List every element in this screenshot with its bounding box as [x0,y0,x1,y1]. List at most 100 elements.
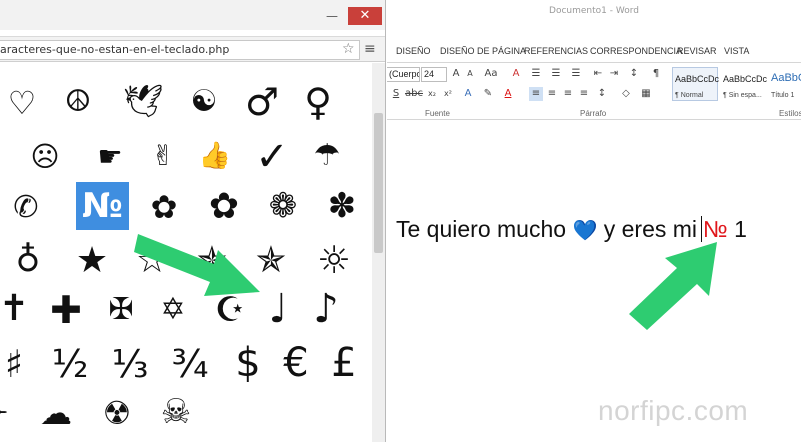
style-sin-espaciado[interactable]: AaBbCcDc ¶ Sin espa... [720,67,768,101]
font-size-combo[interactable]: 24 [421,67,447,82]
close-button[interactable]: ✕ [348,7,382,25]
superscript-icon[interactable]: x² [441,87,455,101]
latin-cross-symbol[interactable]: ✝ [0,291,40,327]
tab-correspondencia[interactable]: CORRESPONDENCIA [590,41,682,61]
blue-heart-icon: 💙 [572,220,598,242]
style-normal-preview: AaBbCcDc [675,74,720,84]
skull-crossbones-symbol[interactable]: ☠ [150,395,202,429]
frowning-face-symbol[interactable]: ☹ [19,143,71,171]
style-sin-espaciado-preview: AaBbCcDc [723,74,768,84]
justify-icon[interactable]: ≡ [577,87,591,101]
dollar-symbol[interactable]: $ [222,343,274,383]
group-label-parrafo: Párrafo [580,109,607,118]
victory-hand-symbol[interactable]: ✌ [137,142,189,170]
borders-icon[interactable]: ▦ [639,87,653,101]
tab-revisar[interactable]: REVISAR [677,41,717,61]
numbering-icon[interactable]: ☰ [549,67,563,81]
clear-format-icon[interactable]: A [509,67,523,81]
black-star-symbol[interactable]: ★ [66,243,118,279]
male-symbol[interactable]: ♂ [236,83,288,121]
align-right-icon[interactable]: ≡ [561,87,575,101]
strikethrough-icon[interactable]: abc [405,87,423,101]
font-name-combo[interactable]: (Cuerpo [387,67,420,82]
one-half-symbol[interactable]: ½ [44,345,96,383]
sort-icon[interactable]: ↕ [627,67,641,81]
green-arrow-icon [629,242,717,330]
cloud-symbol[interactable]: ☁ [30,397,82,429]
star-of-david-symbol[interactable]: ✡ [147,295,199,325]
florette-symbol[interactable]: ✽ [316,189,368,223]
browser-toolbar: aracteres-que-no-estan-en-el-teclado.php… [0,36,385,62]
peace-symbol[interactable]: ☮ [52,87,104,117]
underline-icon[interactable]: S [389,87,403,101]
numero-sign-symbol[interactable]: № [76,182,129,230]
scrollbar-thumb[interactable] [374,113,383,253]
sharp-symbol[interactable]: ♯ [0,345,40,383]
browser-window: — ✕ aracteres-que-no-estan-en-el-teclado… [0,0,386,442]
pointing-hand-symbol[interactable]: ☛ [84,143,136,171]
change-case-icon[interactable]: Aa [481,67,501,81]
euro-symbol[interactable]: € [270,343,322,383]
style-sin-espaciado-name: ¶ Sin espa... [723,92,762,99]
font-color-icon[interactable]: A [501,87,515,101]
rosette-symbol[interactable]: ❁ [257,189,309,223]
star-and-crescent-symbol[interactable]: ☪ [204,293,256,327]
dove-symbol[interactable]: 🕊 [117,85,169,117]
bookmark-star-icon[interactable]: ☆ [342,40,355,58]
shading-icon[interactable]: ◇ [619,87,633,101]
address-bar[interactable]: aracteres-que-no-estan-en-el-teclado.php [0,40,360,60]
ribbon-tabs: DISEÑO DISEÑO DE PÁGINA REFERENCIAS CORR… [387,41,801,61]
text-effects-icon[interactable]: A [461,87,475,101]
heart-outline-symbol[interactable]: ♡ [0,87,48,119]
airplane-symbol[interactable]: ✈ [0,399,22,429]
grow-font-icon[interactable]: A [449,67,463,81]
style-titulo-1-preview: AaBbC [771,72,801,84]
group-label-fuente: Fuente [425,109,450,118]
bullets-icon[interactable]: ☰ [529,67,543,81]
highlight-icon[interactable]: ✎ [481,87,495,101]
decrease-indent-icon[interactable]: ⇤ [591,67,605,81]
watermark-text: norfipc.com [598,395,749,426]
pilcrow-icon[interactable]: ¶ [649,67,663,81]
greek-cross-symbol[interactable]: ✚ [40,291,92,329]
maltese-cross-symbol[interactable]: ✠ [95,295,147,325]
one-third-symbol[interactable]: ⅓ [104,345,156,383]
pound-symbol[interactable]: £ [318,343,370,383]
radioactive-symbol[interactable]: ☢ [91,397,143,429]
tab-vista[interactable]: VISTA [724,41,749,61]
umbrella-symbol[interactable]: ☂ [301,141,353,171]
tab-referencias[interactable]: REFERENCIAS [524,41,588,61]
ribbon: (Cuerpo 24 A A Aa A S abc x₂ x² A ✎ A ☰ … [387,62,801,120]
style-titulo-1-name: Título 1 [771,92,795,99]
three-quarters-symbol[interactable]: ¾ [164,345,216,383]
style-normal-name: ¶ Normal [675,92,704,99]
multilevel-list-icon[interactable]: ☰ [569,67,583,81]
line-spacing-icon[interactable]: ↕ [595,87,609,101]
style-normal[interactable]: AaBbCcDc ¶ Normal [672,67,720,101]
green-arrow-icon [134,234,260,296]
female-symbol[interactable]: ♀ [292,83,344,121]
subscript-icon[interactable]: x₂ [425,87,439,101]
align-center-icon[interactable]: ≡ [545,87,559,101]
vertical-scrollbar[interactable] [372,63,385,442]
minimize-button[interactable]: — [320,7,344,25]
sun-symbol[interactable]: ☼ [308,241,360,279]
eighth-note-symbol[interactable]: ♪ [300,289,352,329]
menu-icon[interactable]: ≡ [364,40,376,58]
word-window: Documento1 - Word DISEÑO DISEÑO DE PÁGIN… [387,0,801,442]
thumbs-up-symbol[interactable]: 👍 [189,143,241,169]
group-label-estilos: Estilos [779,109,801,118]
style-titulo-1[interactable]: AaBbC Título 1 [768,67,801,101]
browser-titlebar: — ✕ [0,0,385,30]
tab-diseno-de-pagina[interactable]: DISEÑO DE PÁGINA [440,41,526,61]
window-title: Documento1 - Word [549,6,639,16]
telephone-symbol[interactable]: ✆ [0,193,52,223]
earth-symbol[interactable]: ♁ [2,243,54,277]
tab-diseno[interactable]: DISEÑO [396,41,431,61]
doc-text-before: Te quiero mucho [396,216,567,242]
increase-indent-icon[interactable]: ⇥ [607,67,621,81]
check-mark-symbol[interactable]: ✓ [246,137,298,177]
shrink-font-icon[interactable]: A [463,67,477,81]
align-left-icon[interactable]: ≡ [529,87,543,101]
yin-yang-symbol[interactable]: ☯ [178,87,230,117]
